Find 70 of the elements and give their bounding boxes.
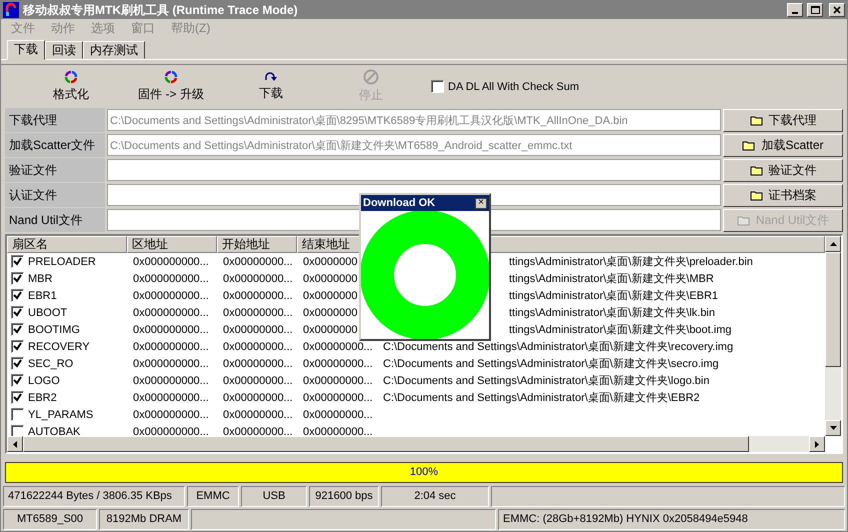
table-cell-text: 0x0000000 [302, 306, 358, 319]
table-cell-text: 0x00000000... [302, 358, 374, 370]
table-cell-text: 0x00000000... [222, 358, 294, 370]
table-cell-text: 0x00000000... [222, 272, 294, 285]
table-cell: RECOVERY [28, 340, 90, 353]
table-cell: EBR1 [28, 290, 57, 302]
table-cell-text: 0x00000000... [302, 392, 374, 404]
field-label: 验证文件 [5, 158, 105, 182]
table-cell-text: 0x00000000... [222, 374, 294, 387]
table-cell-text: ttings\Administrator\桌面\新建文件夹\preloader.bin [508, 254, 754, 270]
table-cell-text: 0x000000000... [132, 426, 210, 436]
table-cell: MBR [28, 272, 52, 285]
table-cell-text: 0x0000000 [302, 290, 358, 302]
table-cell-text: 0x000000000... [132, 290, 210, 302]
table-cell-text: 0x000000000... [132, 392, 210, 404]
status-cell: 2:04 sec [381, 486, 489, 507]
table-cell-text: 0x00000000... [222, 324, 294, 336]
field-label: 认证文件 [5, 183, 105, 208]
status-cell: MT6589_S00 [3, 508, 97, 530]
status-cell: 921600 bps [309, 486, 379, 507]
table-cell-text: ttings\Administrator\桌面\新建文件夹\boot.img [508, 322, 733, 338]
table-cell-text: C:\Documents and Settings\Administrator\桌面\新建文件夹\recovery.img [382, 340, 734, 354]
progress-text: 100% [410, 466, 438, 478]
table-cell-text: 0x00000000... [222, 408, 294, 421]
table-cell-text: 0x000000000... [132, 256, 210, 268]
table-cell: PRELOADER [28, 256, 96, 268]
table-cell: EBR2 [28, 392, 57, 404]
table-cell-text: 0x00000000... [302, 374, 374, 387]
checkbox-label: DA DL All With Check Sum [448, 80, 580, 93]
table-cell-text: 0x0000000 [302, 272, 358, 285]
table-cell: UBOOT [28, 306, 68, 319]
table-cell-text: C:\Documents and Settings\Administrator\桌面\新建文件夹\EBR2 [382, 390, 701, 406]
table-cell-text: 0x000000000... [132, 306, 210, 319]
status-cell: EMMC: (28Gb+8192Mb) HYNIX 0x2058494e5948 [498, 508, 845, 530]
table-cell-text: 0x00000000... [222, 306, 294, 319]
field-label: Nand Util文件 [5, 208, 105, 232]
table-cell-text: 0x00000000... [222, 340, 294, 353]
dialog-title: Download OK [363, 197, 436, 209]
table-cell: BOOTIMG [28, 324, 80, 336]
status-cell: 471622244 Bytes / 3806.35 KBps [3, 486, 185, 507]
table-cell-text: 0x00000000... [302, 408, 374, 421]
table-cell-text: 0x000000000... [132, 374, 210, 387]
table-cell: LOGO [28, 374, 60, 387]
table-cell-text: 0x000000000... [132, 340, 210, 353]
table-cell-text: 0x00000000... [222, 392, 294, 404]
table-cell-text: 0x00000000... [222, 290, 294, 302]
table-cell: YL_PARAMS [28, 408, 94, 421]
status-cell: EMMC [187, 486, 239, 507]
table-cell: SEC_RO [28, 358, 74, 370]
status-cell: 8192Mb DRAM [99, 508, 189, 530]
window-title: 移动叔叔专用MTK刷机工具 (Runtime Trace Mode) [23, 2, 299, 19]
table-cell-text: 0x000000000... [132, 358, 210, 370]
table-cell-text: 0x00000000... [302, 426, 374, 436]
table-cell-text: 0x0000000 [302, 324, 358, 336]
field-label: 加载Scatter文件 [5, 133, 105, 158]
status-cell: USB [241, 486, 307, 507]
table-cell-text: 0x000000000... [132, 272, 210, 285]
table-cell: AUTOBAK [28, 426, 80, 436]
table-cell-text: C:\Documents and Settings\Administrator\桌面\新建文件夹\secro.img [382, 356, 720, 372]
table-cell-text: 0x000000000... [132, 408, 210, 421]
table-cell-text: 0x00000000... [302, 340, 374, 353]
table-cell-text: 0x00000000... [222, 426, 294, 436]
table-cell-text: ttings\Administrator\桌面\新建文件夹\MBR [508, 272, 715, 286]
table-cell-text: 0x0000000 [302, 256, 358, 268]
table-cell-text: ttings\Administrator\桌面\新建文件夹\lk.bin [508, 306, 716, 320]
table-cell-text: ttings\Administrator\桌面\新建文件夹\EBR1 [508, 288, 720, 304]
table-cell-text: C:\Documents and Settings\Administrator\桌面\新建文件夹\logo.bin [382, 374, 710, 388]
table-cell-text: 0x00000000... [222, 256, 294, 268]
field-label: 下载代理 [5, 108, 105, 132]
table-cell-text: 0x000000000... [132, 324, 210, 336]
